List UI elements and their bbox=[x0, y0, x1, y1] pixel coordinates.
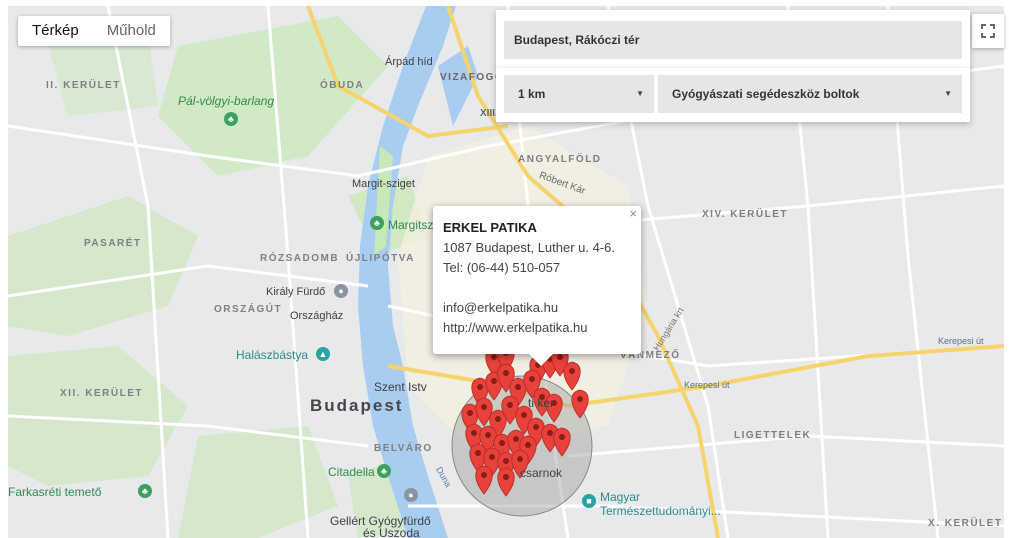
map-pin-dot bbox=[525, 442, 531, 448]
map-pin-dot bbox=[491, 354, 497, 360]
label-szent-istvan: Szent Istv bbox=[374, 380, 427, 394]
info-window: × ERKEL PATIKA 1087 Budapest, Luther u. … bbox=[433, 206, 641, 366]
map-pin-dot bbox=[477, 384, 483, 390]
address-search-input[interactable]: Budapest, Rákóczi tér bbox=[504, 21, 962, 59]
label-angyalfold: ANGYALFÖLD bbox=[518, 154, 602, 165]
map-type-satellite-button[interactable]: Műhold bbox=[93, 16, 170, 46]
label-es-uszoda: és Uszoda bbox=[363, 526, 420, 538]
map-pin-dot bbox=[529, 376, 535, 382]
category-select-value: Gyógyászati segédeszköz boltok bbox=[672, 87, 860, 101]
category-select[interactable]: Gyógyászati segédeszköz boltok ▼ bbox=[658, 75, 962, 113]
info-phone: Tel: (06-44) 510-057 bbox=[443, 260, 561, 275]
label-margitsziget-poi: Margitsz bbox=[388, 218, 434, 232]
info-address: 1087 Budapest, Luther u. 4-6. bbox=[443, 240, 616, 255]
label-utiker: ti ker bbox=[528, 396, 555, 410]
radius-select-value: 1 km bbox=[518, 87, 546, 101]
info-title: ERKEL PATIKA bbox=[443, 220, 537, 235]
map-pin-dot bbox=[515, 384, 521, 390]
filter-panel: 1 km ▼ Gyógyászati segédeszköz boltok ▼ bbox=[496, 68, 970, 122]
map-pin-dot bbox=[507, 402, 513, 408]
map-pin-dot bbox=[557, 354, 563, 360]
info-web: http://www.erkelpatika.hu bbox=[443, 320, 588, 335]
map-pin-dot bbox=[517, 456, 523, 462]
map-type-map-button[interactable]: Térkép bbox=[18, 16, 93, 46]
label-ii-kerulet: II. KERÜLET bbox=[46, 80, 121, 91]
label-xii-kerulet: XII. KERÜLET bbox=[60, 388, 144, 399]
map-pin-dot bbox=[513, 436, 519, 442]
map-pin-dot bbox=[521, 412, 527, 418]
label-arpad-hid: Árpád híd bbox=[385, 56, 433, 68]
label-x-kerulet: X. KERÜLET bbox=[928, 518, 1003, 529]
map-pin-dot bbox=[569, 368, 575, 374]
label-xiv-kerulet: XIV. KERÜLET bbox=[702, 209, 788, 220]
map-pin-dot bbox=[559, 434, 565, 440]
info-email: info@erkelpatika.hu bbox=[443, 300, 559, 315]
map-pin-dot bbox=[485, 432, 491, 438]
spa-icon: ● bbox=[334, 284, 348, 298]
map-pin-dot bbox=[547, 430, 553, 436]
chevron-down-icon: ▼ bbox=[944, 89, 952, 98]
map-pin-dot bbox=[489, 454, 495, 460]
label-kerepesi-2: Kerepesi út bbox=[684, 380, 730, 390]
label-orszaghaz: Országház bbox=[290, 310, 344, 322]
map-pin-dot bbox=[495, 416, 501, 422]
park-icon: ♣ bbox=[370, 216, 384, 230]
map-type-control: Térkép Műhold bbox=[18, 16, 170, 46]
label-rozsadomb: RÓZSADOMB bbox=[260, 253, 340, 264]
map-pin-dot bbox=[481, 404, 487, 410]
map-pin-dot bbox=[503, 458, 509, 464]
map-pin-dot bbox=[499, 440, 505, 446]
label-csarnok: csarnok bbox=[520, 466, 563, 480]
close-icon[interactable]: × bbox=[629, 206, 637, 221]
fullscreen-button[interactable] bbox=[972, 14, 1004, 48]
spa-icon: ● bbox=[404, 488, 418, 502]
map-pin-dot bbox=[503, 474, 509, 480]
label-pasaret: PASARÉT bbox=[84, 238, 142, 249]
label-belvaros: BELVÁRO bbox=[374, 443, 433, 454]
label-ujlipotvaros: ÚJLIPÓTVA bbox=[346, 253, 415, 264]
map-pin-dot bbox=[475, 450, 481, 456]
label-kiraly-furdo: Király Fürdő bbox=[266, 286, 326, 298]
map-pin-dot bbox=[471, 430, 477, 436]
label-magyar: Magyar bbox=[600, 490, 641, 504]
fullscreen-icon bbox=[981, 24, 995, 38]
map-pin-dot bbox=[467, 410, 473, 416]
label-budapest: Budapest bbox=[310, 396, 404, 415]
label-vizafogo: VIZAFOGÓ bbox=[440, 72, 505, 83]
park-icon: ♣ bbox=[377, 464, 391, 478]
label-citadella: Citadella bbox=[328, 465, 375, 479]
map-pin-dot bbox=[577, 396, 583, 402]
label-termeszettud: Természettudományi... bbox=[600, 504, 721, 518]
label-ligetelek: LIGETTELEK bbox=[734, 430, 812, 441]
chevron-down-icon: ▼ bbox=[636, 89, 644, 98]
label-farkasreti: Farkasréti temető bbox=[8, 485, 102, 499]
landmark-icon: ▲ bbox=[316, 347, 330, 361]
label-kerepesi: Kerepesi út bbox=[938, 336, 984, 346]
label-orszagut: ORSZÁGÚT bbox=[214, 304, 283, 315]
map-pin-dot bbox=[533, 424, 539, 430]
museum-icon: ■ bbox=[582, 494, 596, 508]
map-pin-dot bbox=[491, 378, 497, 384]
park-icon: ♣ bbox=[138, 484, 152, 498]
search-panel: Budapest, Rákóczi tér bbox=[496, 10, 970, 70]
map-pin-dot bbox=[481, 472, 487, 478]
label-pal-volgyi: Pál-völgyi-barlang bbox=[178, 94, 275, 108]
label-obuda: ÓBUDA bbox=[320, 80, 365, 91]
park-icon: ♣ bbox=[224, 112, 238, 126]
map-pin-dot bbox=[503, 370, 509, 376]
label-halaszbastya: Halászbástya bbox=[236, 348, 309, 362]
label-margit-sziget: Margit-sziget bbox=[352, 178, 415, 190]
radius-select[interactable]: 1 km ▼ bbox=[504, 75, 654, 113]
